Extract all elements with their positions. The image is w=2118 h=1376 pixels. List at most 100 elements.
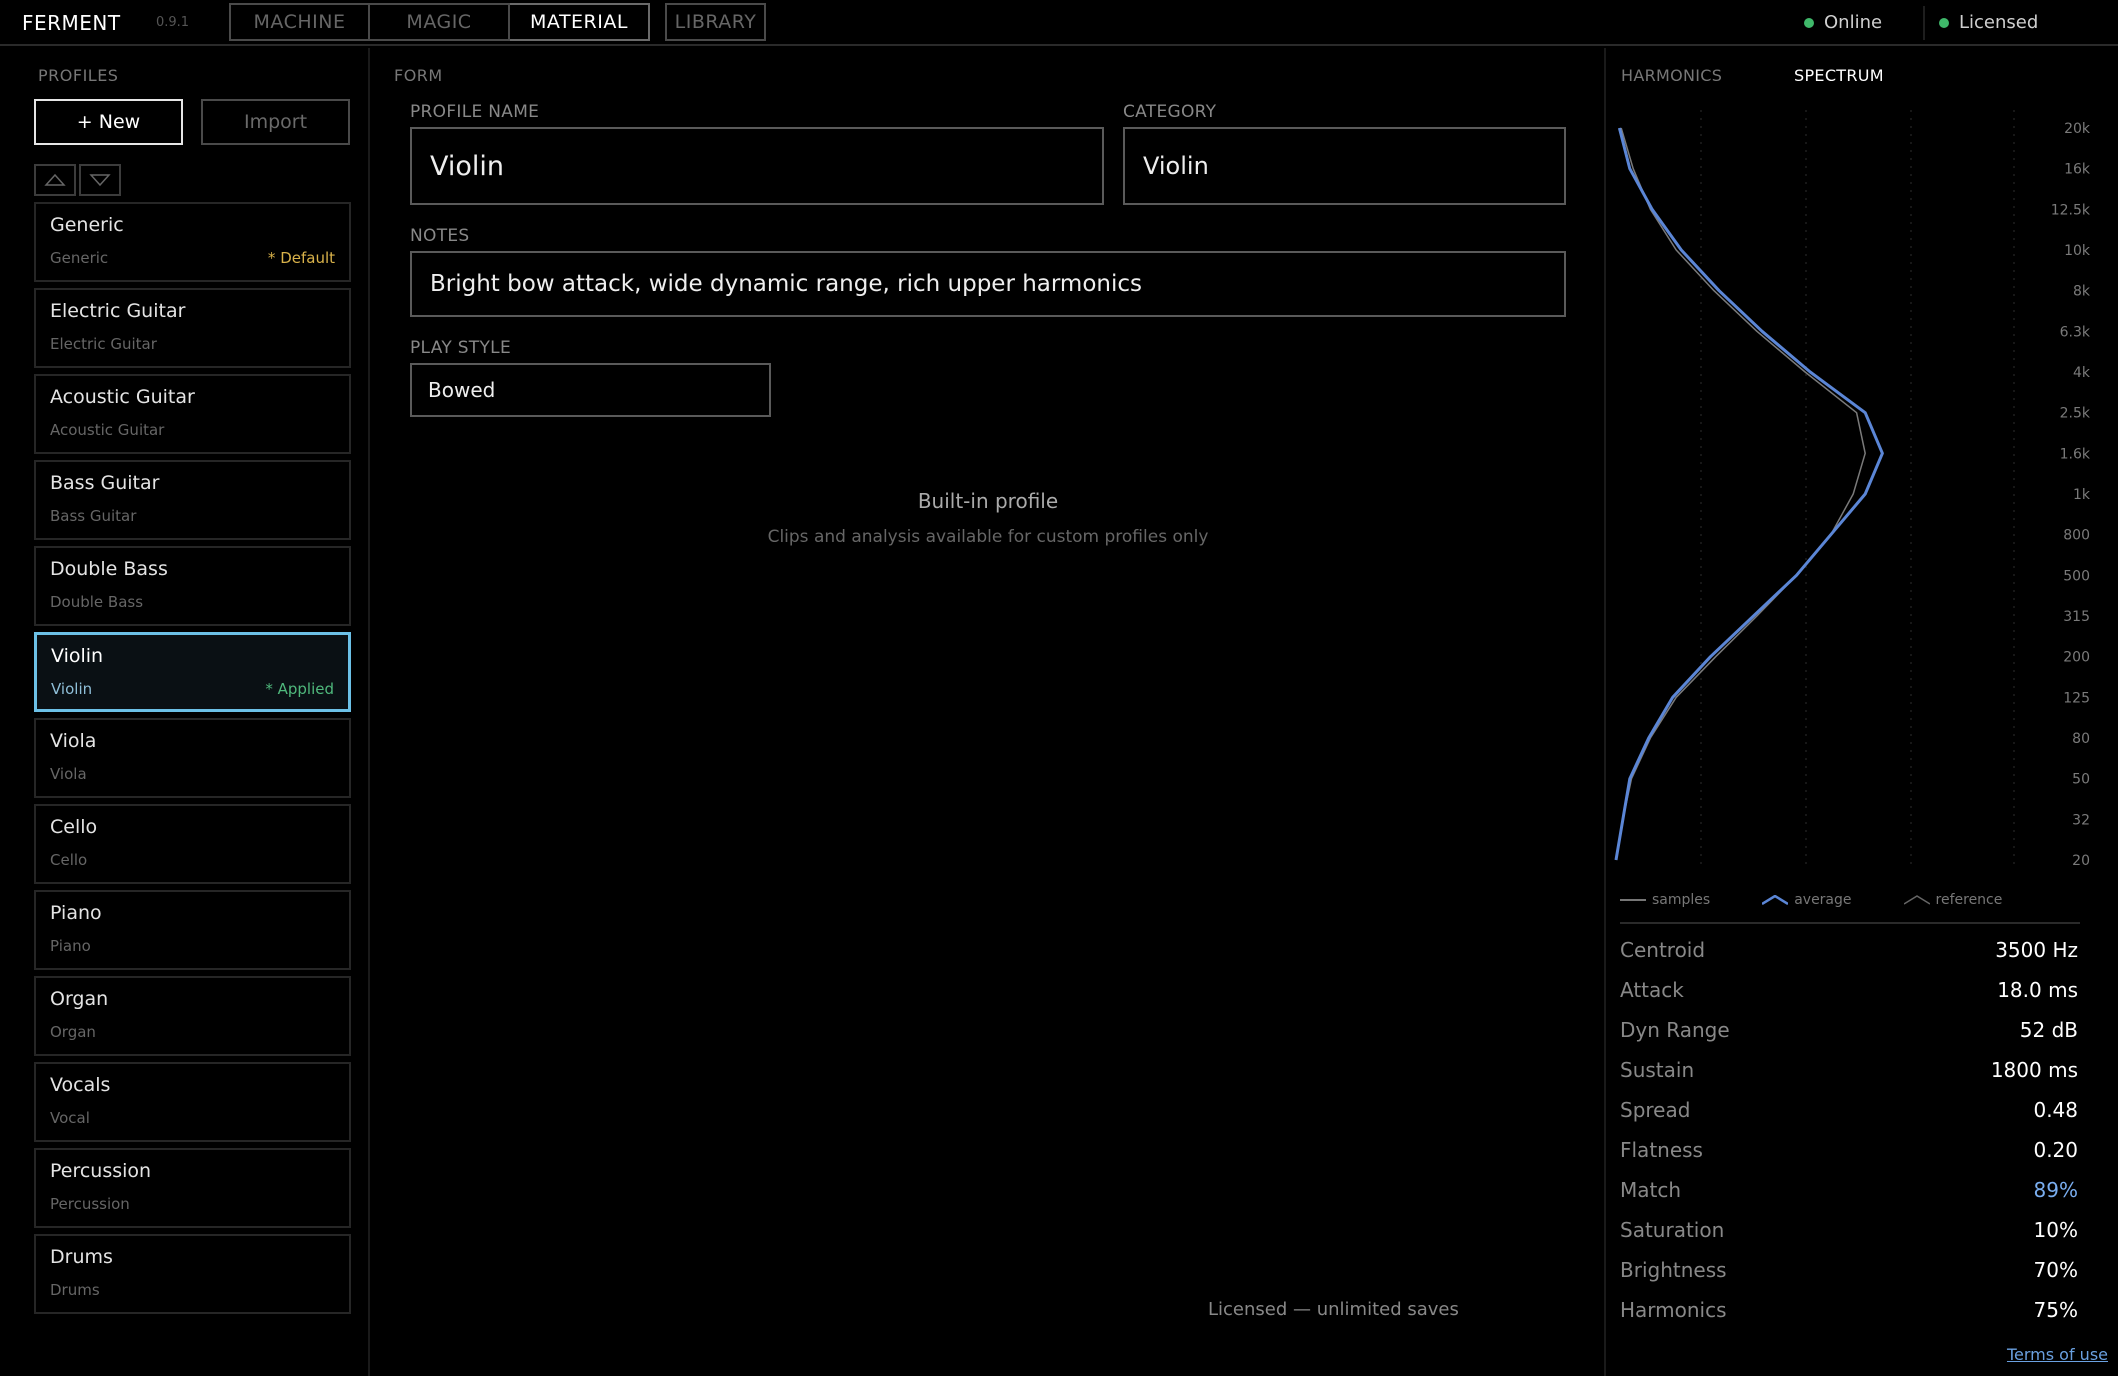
spectrum-chart: 20 32 50 80 125 200 315 500 800 1k 1.6k 2.5k 4k 6.3k 8…: [1614, 110, 2091, 870]
tick-label: 200: [2063, 650, 2090, 666]
profile-category: Generic: [50, 249, 109, 267]
metric-value: 3500 Hz: [1995, 938, 2078, 962]
form-section-label: FORM: [394, 66, 443, 85]
online-status: Online: [1804, 12, 1882, 33]
profile-name: Electric Guitar: [50, 300, 186, 322]
metric-label: Sustain: [1620, 1058, 1695, 1082]
legend-reference: reference: [1903, 892, 2002, 908]
top-bar: FERMENT 0.9.1 MACHINE MAGIC MATERIAL LIB…: [0, 0, 2118, 46]
terms-of-use-link[interactable]: Terms of use: [2007, 1345, 2108, 1364]
profile-category: Acoustic Guitar: [50, 421, 165, 439]
metric-value: 75%: [2033, 1298, 2078, 1322]
tick-label: 50: [2072, 772, 2090, 788]
move-down-button[interactable]: [79, 164, 121, 196]
main-tabs: MACHINE MAGIC MATERIAL LIBRARY: [229, 3, 766, 41]
move-up-button[interactable]: [34, 164, 76, 196]
tab-harmonics[interactable]: HARMONICS: [1621, 66, 1722, 85]
online-dot-icon: [1804, 17, 1814, 28]
profile-name: Organ: [50, 988, 109, 1010]
tab-spectrum[interactable]: SPECTRUM: [1794, 66, 1884, 85]
profile-category: Double Bass: [50, 593, 144, 611]
play-style-label: PLAY STYLE: [410, 338, 511, 358]
profile-item-cello[interactable]: Cello Cello: [34, 804, 351, 884]
metric-value: 0.48: [2033, 1098, 2078, 1122]
profile-name: Violin: [51, 645, 104, 667]
license-status: Licensed: [1939, 12, 2038, 33]
metric-label: Centroid: [1620, 938, 1706, 962]
notes-label: NOTES: [410, 226, 470, 246]
profile-name: Acoustic Guitar: [50, 386, 195, 408]
legend-samples-label: samples: [1652, 892, 1711, 908]
profile-name: Cello: [50, 816, 98, 838]
samples-line-icon: [1620, 899, 1646, 901]
series-line-reference: [1615, 127, 1866, 861]
tick-label: 80: [2072, 731, 2090, 747]
notes-input[interactable]: [410, 251, 1566, 317]
tick-label: 8k: [2073, 284, 2091, 300]
import-button[interactable]: Import: [201, 99, 350, 145]
profile-item-piano[interactable]: Piano Piano: [34, 890, 351, 970]
profile-name: Double Bass: [50, 558, 168, 580]
online-label: Online: [1824, 12, 1883, 33]
category-label: CATEGORY: [1123, 102, 1217, 122]
metric-label: Match: [1620, 1178, 1682, 1202]
tick-label: 800: [2063, 528, 2090, 544]
metric-harmonics: Harmonics 75%: [1620, 1290, 2078, 1330]
app-name: FERMENT: [22, 11, 121, 35]
metric-label: Brightness: [1620, 1258, 1727, 1282]
metric-label: Harmonics: [1620, 1298, 1727, 1322]
play-style-value: Bowed: [428, 378, 496, 402]
profile-category: Drums: [50, 1281, 100, 1299]
default-badge: * Default: [267, 249, 335, 267]
metric-sustain: Sustain 1800 ms: [1620, 1050, 2078, 1090]
profile-item-vocals[interactable]: Vocals Vocal: [34, 1062, 351, 1142]
profile-item-organ[interactable]: Organ Organ: [34, 976, 351, 1056]
chart-legend: samples average reference: [1620, 892, 2054, 908]
tab-library[interactable]: LIBRARY: [665, 3, 766, 41]
tick-label: 20k: [2064, 121, 2091, 137]
metric-match: Match 89%: [1620, 1170, 2078, 1210]
profile-category: Violin: [51, 680, 93, 698]
series-line-average: [1614, 127, 1884, 861]
category-input[interactable]: [1123, 127, 1566, 205]
metric-label: Dyn Range: [1620, 1018, 1730, 1042]
legend-average-label: average: [1794, 892, 1852, 908]
tab-magic[interactable]: MAGIC: [370, 3, 510, 41]
play-style-select[interactable]: Bowed: [410, 363, 771, 417]
tick-label: 125: [2063, 690, 2090, 706]
tab-machine[interactable]: MACHINE: [229, 3, 370, 41]
legend-samples: samples: [1620, 892, 1710, 908]
license-note: Licensed — unlimited saves: [1208, 1299, 1459, 1320]
profile-name: Generic: [50, 214, 124, 236]
profile-name-input[interactable]: [410, 127, 1104, 205]
tick-label: 10k: [2064, 243, 2091, 259]
profile-item-generic[interactable]: Generic Generic * Default: [34, 202, 351, 282]
column-divider-left: [368, 48, 370, 1376]
profile-item-drums[interactable]: Drums Drums: [34, 1234, 351, 1314]
tick-label: 1.6k: [2060, 446, 2091, 462]
profile-item-bass-guitar[interactable]: Bass Guitar Bass Guitar: [34, 460, 351, 540]
tick-label: 4k: [2073, 365, 2091, 381]
profile-item-acoustic-guitar[interactable]: Acoustic Guitar Acoustic Guitar: [34, 374, 351, 454]
profile-name-label: PROFILE NAME: [410, 102, 540, 122]
metric-label: Saturation: [1620, 1218, 1725, 1242]
profile-list: Generic Generic * Default Electric Guita…: [34, 202, 351, 1320]
profile-category: Viola: [50, 765, 87, 783]
profile-item-double-bass[interactable]: Double Bass Double Bass: [34, 546, 351, 626]
tick-label: 500: [2063, 568, 2090, 584]
profile-name: Bass Guitar: [50, 472, 160, 494]
tick-label: 16k: [2064, 162, 2091, 178]
metrics-list: Centroid 3500 Hz Attack 18.0 ms Dyn Range 5…: [1620, 930, 2078, 1330]
profile-item-electric-guitar[interactable]: Electric Guitar Electric Guitar: [34, 288, 351, 368]
tick-label: 1k: [2073, 487, 2091, 503]
tab-material[interactable]: MATERIAL: [510, 3, 650, 41]
metric-brightness: Brightness 70%: [1620, 1250, 2078, 1290]
profile-item-viola[interactable]: Viola Viola: [34, 718, 351, 798]
profile-name: Piano: [50, 902, 102, 924]
new-profile-button[interactable]: + New: [34, 99, 183, 145]
profile-name: Percussion: [50, 1160, 152, 1182]
profile-item-percussion[interactable]: Percussion Percussion: [34, 1148, 351, 1228]
profile-item-violin[interactable]: Violin Violin * Applied: [34, 632, 351, 712]
profile-category: Electric Guitar: [50, 335, 157, 353]
tick-label: 315: [2063, 609, 2090, 625]
